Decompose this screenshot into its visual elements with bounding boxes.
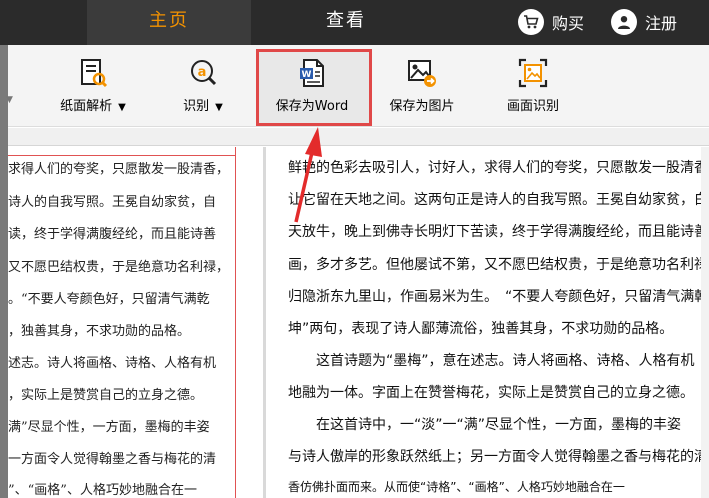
buy-label: 购买 [552,14,585,33]
tool-screen-recognize-label: 画面识别 [506,99,559,114]
recognized-line: 让它留在天地之间。这两句正是诗人的自我写照。王冕自幼家贫，白 [288,192,708,208]
original-line: ”、“画格”、人格巧妙地融合在一 [8,483,197,498]
original-line: 又不愿巴结权贵，于是绝意功名利禄， [8,260,230,275]
original-line: ，实际上是赞赏自己的立身之德。 [8,388,204,403]
original-line: 诗人的自我写照。王冕自幼家贫，自 [8,195,217,210]
tool-save-as-image[interactable]: 保存为图片 [384,45,460,127]
recognized-text-pane[interactable]: 鲜艳的色彩去吸引人，讨好人，求得人们的夸奖，只愿散发一股清香， 让它留在天地之间… [266,147,709,498]
register-label: 注册 [645,14,678,33]
cart-icon [518,9,544,35]
screen-capture-icon [518,58,548,88]
selection-border-top [8,155,236,156]
dropdown-caret-icon: ▼ [215,102,223,113]
tool-screen-recognize[interactable]: 画面识别 [500,45,566,127]
right-scrollbar[interactable] [701,147,709,498]
save-image-icon [408,60,436,87]
tab-view[interactable]: 查看 [251,0,441,45]
original-line: ，独善其身，不求功勋的品格。 [8,324,191,339]
word-document-icon: W [300,59,324,87]
recognized-line: 与诗人傲岸的形象跃然纸上；另一方面令人觉得翰墨之香与梅花的清 [288,449,708,465]
recognized-line: 坤”两句，表现了诗人鄙薄流俗，独善其身，不求功勋的品格。 [288,321,674,337]
collapse-caret-icon[interactable]: ▼ [6,95,13,105]
tool-recognize[interactable]: a 识别 ▼ [178,45,228,127]
left-edge-bar [0,45,8,498]
recognized-line: 鲜艳的色彩去吸引人，讨好人，求得人们的夸奖，只愿散发一股清香， [288,160,709,176]
recognized-line: 在这首诗中，一“淡”一“满”尽显个性，一方面，墨梅的丰姿 [288,417,682,433]
buy-button[interactable]: 购买 [518,7,584,37]
svg-text:W: W [302,70,312,80]
original-line: 读，终于学得满腹经纶，而且能诗善 [8,227,217,242]
top-nav-bar: 主页 查看 购买 注册 [0,0,709,45]
recognized-line: 这首诗题为“墨梅”，意在述志。诗人将画格、诗格、人格有机 [288,353,695,369]
dropdown-caret-icon: ▼ [118,102,126,113]
recognized-line: 画，多才多艺。但他屡试不第，又不愿巴结权贵，于是绝意功名利禄， [288,257,709,273]
original-line: 一方面令人觉得翰墨之香与梅花的清 [8,452,217,467]
tool-recognize-label: 识别 [183,99,210,114]
original-line: 。“不要人夸颜色好，只留清气满乾 [8,292,210,307]
tool-paper-analysis-label: 纸面解析 [60,99,113,114]
toolbar-bottom-strip [8,128,709,146]
tool-save-as-word-label: 保存为Word [275,99,349,114]
original-line: 求得人们的夸奖，只愿散发一股清香， [8,162,230,177]
register-button[interactable]: 注册 [611,7,677,37]
document-scan-icon [81,59,108,88]
recognized-line: 地融为一体。字面上在赞誉梅花，实际上是赞赏自己的立身之德。 [288,385,694,401]
selection-border-right [235,147,236,498]
recognized-line: 香仿佛扑面而来。从而使“诗格”、“画格”、人格巧妙地融合在一 [288,480,625,494]
original-page-pane[interactable]: 求得人们的夸奖，只愿散发一股清香， 诗人的自我写照。王冕自幼家贫，自 读，终于学… [8,147,263,498]
original-line: 述志。诗人将画格、诗格、人格有机 [8,356,217,371]
tool-save-as-image-label: 保存为图片 [389,99,455,114]
tool-save-as-word[interactable]: W 保存为Word [266,45,358,127]
recognized-line: 天放牛，晚上到佛寺长明灯下苦读，终于学得满腹经纶，而且能诗善 [288,224,708,240]
svg-text:a: a [198,65,207,80]
ocr-recognize-icon: a [191,60,217,86]
user-icon [611,9,637,35]
recognized-line: 归隐浙东九里山，作画易米为生。 “不要人夸颜色好，只留清气满乾 [288,289,709,305]
tab-home[interactable]: 主页 [87,0,251,45]
original-line: 满”尽显个性，一方面，墨梅的丰姿 [8,420,210,435]
tool-paper-analysis[interactable]: 纸面解析 ▼ [55,45,131,127]
